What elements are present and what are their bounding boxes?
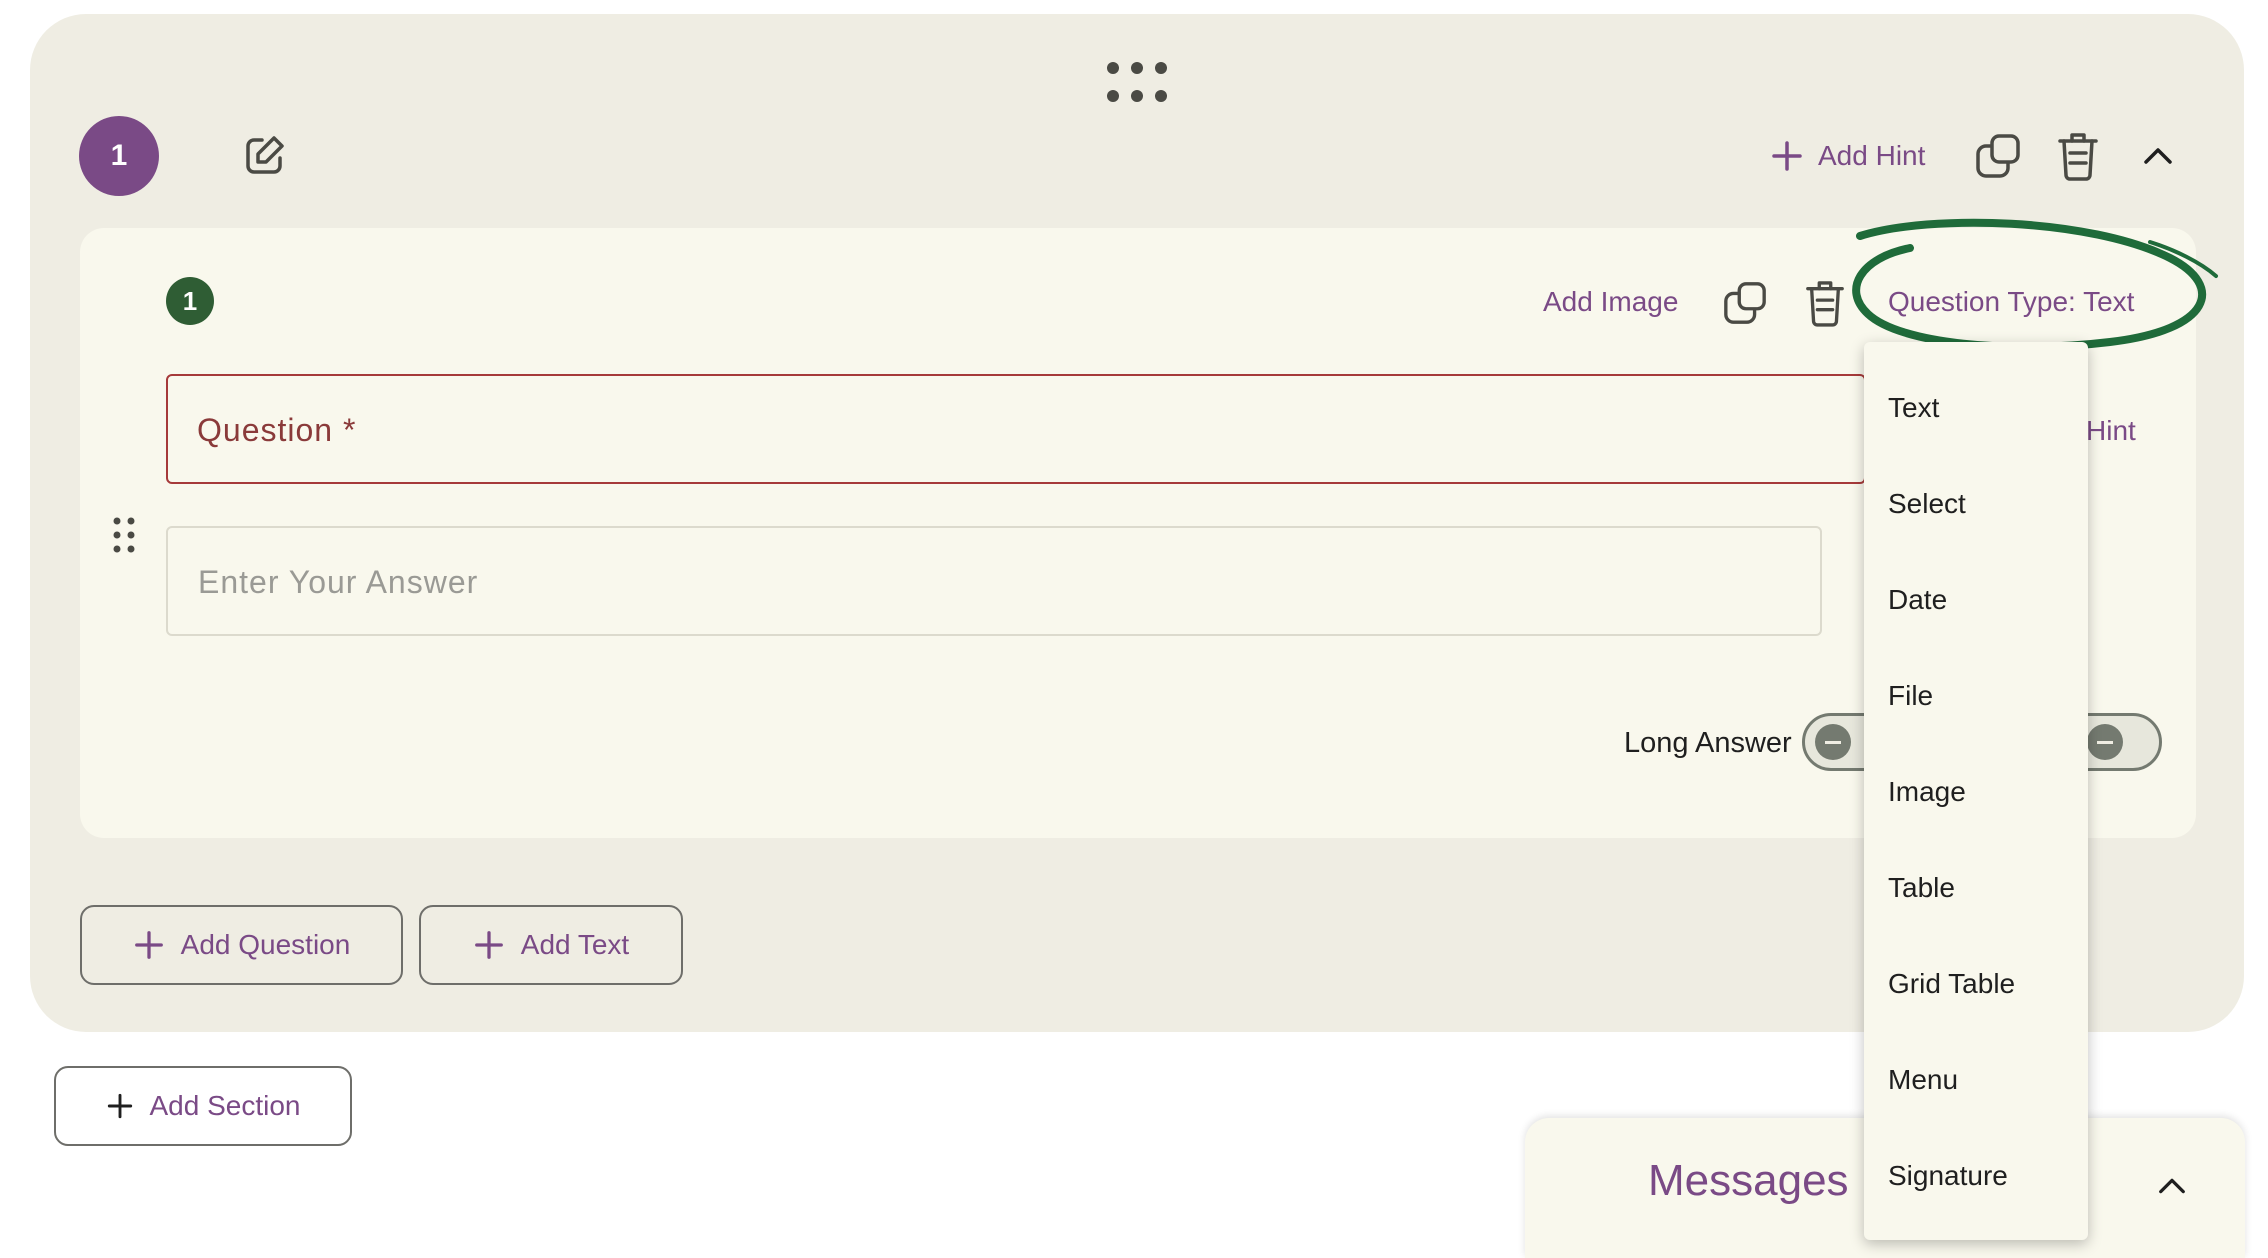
chevron-up-icon [2144, 148, 2172, 164]
copy-icon [1724, 282, 1766, 324]
toggle-knob [2087, 724, 2123, 760]
add-section-button[interactable]: Add Section [54, 1066, 352, 1146]
collapse-section-button[interactable] [2136, 136, 2180, 176]
menu-item-menu[interactable]: Menu [1888, 1064, 1958, 1096]
answer-input-placeholder: Enter Your Answer [198, 564, 479, 600]
add-text-button[interactable]: Add Text [419, 905, 683, 985]
delete-section-button[interactable] [2050, 128, 2106, 184]
edit-section-button[interactable] [236, 128, 292, 184]
expand-messages-button[interactable] [2150, 1166, 2194, 1206]
add-question-button[interactable]: Add Question [80, 905, 403, 985]
question-number: 1 [182, 285, 198, 316]
question-input-label: Question * [197, 412, 357, 448]
menu-item-table[interactable]: Table [1888, 872, 1955, 904]
add-section-label: Add Section [149, 1090, 301, 1121]
add-question-label: Add Question [180, 929, 351, 960]
menu-item-select[interactable]: Select [1888, 488, 1966, 520]
question-input[interactable] [166, 374, 1866, 484]
messages-title: Messages [1648, 1156, 1849, 1205]
plus-icon [1772, 141, 1802, 171]
section-drag-handle-icon[interactable] [1105, 60, 1169, 104]
plus-icon [134, 931, 163, 959]
menu-item-image[interactable]: Image [1888, 776, 1966, 808]
menu-item-grid-table[interactable]: Grid Table [1888, 968, 2015, 1000]
duplicate-section-button[interactable] [1970, 128, 2026, 184]
section-number: 1 [110, 139, 128, 172]
edit-icon [246, 136, 284, 174]
toggle-knob [1815, 724, 1851, 760]
add-text-label: Add Text [520, 929, 630, 960]
add-hint-button[interactable]: Add Hint [1770, 136, 1925, 176]
question-type-menu: Text Select Date File Image Table Grid T… [1864, 342, 2088, 1240]
annotation-circle [1852, 218, 2218, 351]
add-hint-question-label[interactable]: Hint [2086, 415, 2136, 447]
add-image-button[interactable]: Add Image [1543, 284, 1678, 320]
section-number-badge: 1 [79, 116, 159, 196]
menu-item-text[interactable]: Text [1888, 392, 1939, 424]
menu-item-signature[interactable]: Signature [1888, 1160, 2008, 1192]
question-number-badge: 1 [166, 277, 214, 325]
menu-item-file[interactable]: File [1888, 680, 1933, 712]
question-drag-handle-icon[interactable] [110, 515, 138, 555]
chevron-up-icon [2159, 1178, 2185, 1194]
plus-icon [107, 1093, 132, 1119]
copy-icon [1976, 134, 2020, 178]
menu-item-date[interactable]: Date [1888, 584, 1947, 616]
long-answer-label: Long Answer [1624, 727, 1792, 759]
add-image-label: Add Image [1543, 286, 1679, 317]
duplicate-question-button[interactable] [1718, 276, 1772, 330]
plus-icon [474, 931, 503, 959]
trash-icon [2058, 133, 2098, 181]
add-hint-label: Add Hint [1818, 140, 1926, 171]
